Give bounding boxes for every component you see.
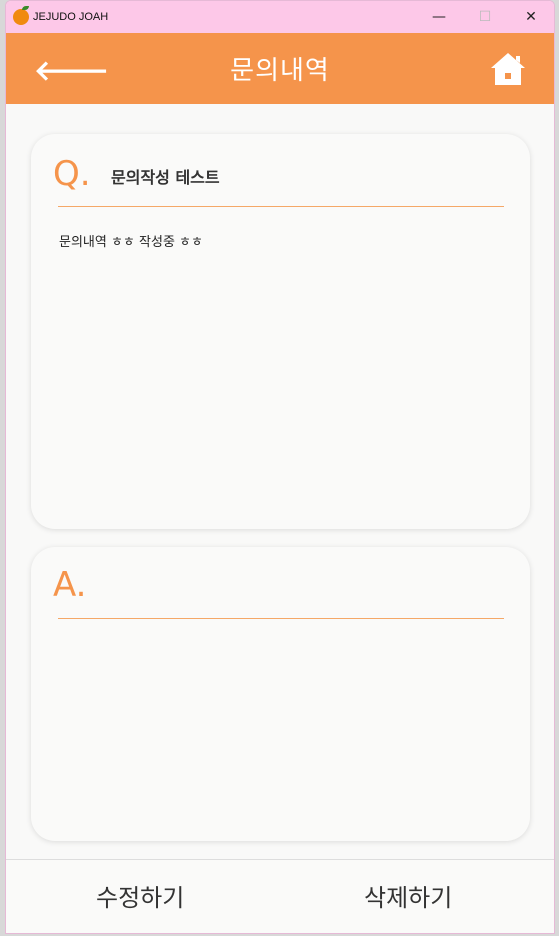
- minimize-button[interactable]: —: [416, 1, 462, 33]
- header: 🡐 문의내역: [6, 33, 554, 104]
- edit-button[interactable]: 수정하기: [96, 878, 184, 913]
- question-card: Q. 문의작성 테스트 문의내역 ㅎㅎ 작성중 ㅎㅎ: [31, 134, 530, 529]
- divider: [58, 206, 504, 207]
- maximize-button[interactable]: ☐: [462, 1, 508, 33]
- answer-mark-label: A.: [53, 565, 87, 605]
- question-body: 문의내역 ㅎㅎ 작성중 ㅎㅎ: [59, 235, 203, 250]
- divider: [58, 618, 504, 619]
- window-title: JEJUDO JOAH: [33, 11, 109, 23]
- title-bar: JEJUDO JOAH — ☐ ✕: [6, 1, 554, 33]
- answer-card: A.: [31, 547, 530, 841]
- delete-button[interactable]: 삭제하기: [364, 878, 452, 913]
- close-button[interactable]: ✕: [508, 1, 554, 33]
- question-title: 문의작성 테스트: [111, 168, 220, 187]
- back-arrow-icon[interactable]: 🡐: [34, 53, 109, 87]
- question-mark-label: Q.: [53, 154, 91, 194]
- app-window: JEJUDO JOAH — ☐ ✕ 🡐 문의내역 Q. 문의작성 테스트 문의내…: [5, 0, 555, 934]
- page-title: 문의내역: [230, 56, 330, 86]
- home-icon[interactable]: [490, 51, 526, 87]
- bottom-action-bar: 수정하기 삭제하기: [6, 859, 554, 933]
- orange-logo-icon: [13, 6, 29, 25]
